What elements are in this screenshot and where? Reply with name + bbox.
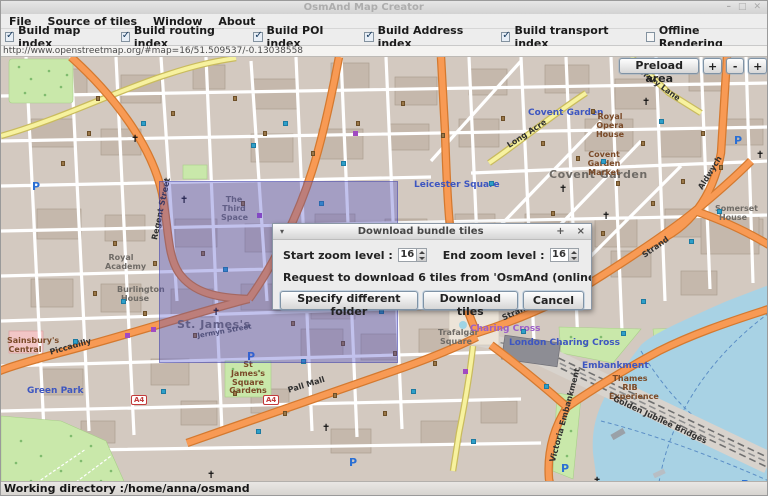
working-directory-text: Working directory :/home/anna/osmand: [1, 482, 768, 495]
url-bar: http://www.openstreetmap.org/#map=16/51.…: [1, 46, 768, 57]
osmand-map-creator-window: Covent GardenCovent GardenRoyal Opera Ho…: [0, 0, 768, 496]
checkbox-icon[interactable]: [121, 32, 130, 42]
zoom-in-button[interactable]: +: [703, 58, 722, 74]
checkbox-icon[interactable]: [501, 32, 510, 42]
start-zoom-value: 16: [399, 249, 416, 261]
minimize-icon[interactable]: –: [726, 1, 731, 14]
download-tiles-button[interactable]: Download tiles: [423, 291, 518, 310]
download-bundle-tiles-dialog: ▾ Download bundle tiles + × Start zoom l…: [272, 223, 592, 310]
collapse-icon[interactable]: ▾: [273, 227, 291, 236]
dialog-plus-icon[interactable]: +: [550, 226, 570, 237]
checkbox-icon[interactable]: [5, 32, 14, 42]
maximize-icon[interactable]: □: [738, 1, 747, 14]
checkbox-icon[interactable]: [364, 32, 373, 42]
close-icon[interactable]: ✕: [753, 1, 761, 14]
end-zoom-spin-buttons[interactable]: [568, 249, 578, 261]
spin-down-icon[interactable]: [417, 255, 426, 261]
dialog-buttons: Specify different folder Download tiles …: [273, 284, 591, 310]
dialog-close-icon[interactable]: ×: [571, 226, 591, 237]
status-bar: Working directory :/home/anna/osmand: [1, 481, 768, 495]
end-zoom-value: 16: [551, 249, 568, 261]
dialog-title: Download bundle tiles: [291, 226, 550, 237]
window-titlebar: OsmAnd Map Creator – □ ✕: [1, 1, 768, 14]
checkbox-icon[interactable]: [646, 32, 655, 42]
zoom-out-button[interactable]: -: [726, 58, 745, 74]
spin-down-icon[interactable]: [569, 255, 578, 261]
specify-different-folder-button[interactable]: Specify different folder: [280, 291, 418, 310]
start-zoom-label: Start zoom level :: [283, 249, 393, 262]
map-toolbar: Preload area + - +: [619, 58, 767, 74]
checkbox-icon[interactable]: [253, 32, 262, 42]
build-options-bar: Build map index Build routing index Buil…: [1, 29, 768, 46]
preload-area-button[interactable]: Preload area: [619, 58, 699, 74]
window-controls: – □ ✕: [726, 1, 768, 14]
dialog-titlebar[interactable]: ▾ Download bundle tiles + ×: [273, 224, 591, 240]
extra-zoom-button[interactable]: +: [748, 58, 767, 74]
dialog-message: Request to download 6 tiles from 'OsmAnd…: [273, 262, 591, 284]
map-url-text: http://www.openstreetmap.org/#map=16/51.…: [1, 46, 768, 57]
zoom-level-row: Start zoom level : 16 End zoom level : 1…: [273, 240, 591, 262]
window-title: OsmAnd Map Creator: [1, 2, 726, 13]
start-zoom-spinner[interactable]: 16: [398, 248, 427, 262]
end-zoom-label: End zoom level :: [443, 249, 545, 262]
start-zoom-spin-buttons[interactable]: [416, 249, 426, 261]
cancel-button[interactable]: Cancel: [523, 291, 584, 310]
end-zoom-spinner[interactable]: 16: [550, 248, 579, 262]
